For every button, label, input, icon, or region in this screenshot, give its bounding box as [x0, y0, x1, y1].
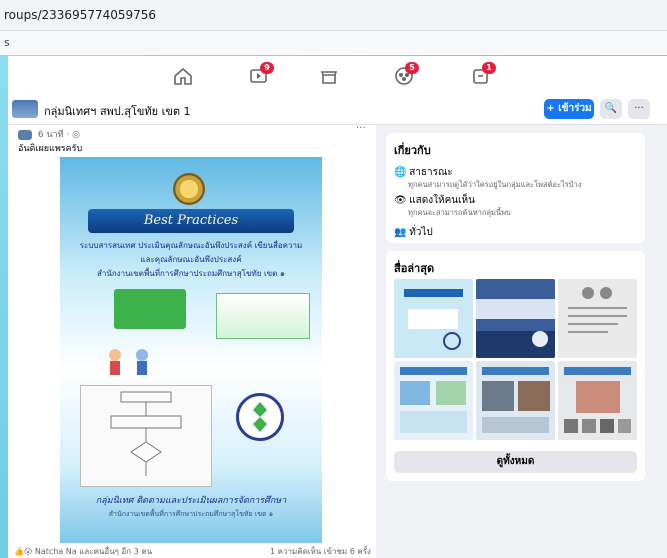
- about-visible-desc: ทุกคนจะสามารถค้นหากลุ่มนี้พบ: [408, 208, 511, 217]
- poster-footer-title: กลุ่มนิเทศ ติดตามและประเมินผลการจัดการศึ…: [95, 496, 287, 506]
- post-more-button[interactable]: ···: [356, 123, 366, 134]
- group-thumbnail[interactable]: [12, 100, 38, 118]
- groups-badge: 5: [405, 62, 419, 74]
- video-call-thumbnail: [476, 361, 555, 440]
- more-options-button[interactable]: ···: [628, 99, 650, 119]
- marketplace-icon: [320, 71, 338, 84]
- post-time[interactable]: 6 นาที · ◎: [38, 130, 80, 140]
- people-icon: 👥: [394, 227, 407, 238]
- group-header: กลุ่มนิเทศฯ สพป.สุโขทัย เขต 1 + เข้าร่วม…: [8, 96, 667, 125]
- address-bar[interactable]: roups/233695774059756: [0, 0, 667, 31]
- watch-badge: 9: [260, 62, 274, 74]
- nav-marketplace[interactable]: [318, 66, 340, 86]
- url-text: roups/233695774059756: [4, 8, 157, 22]
- flowchart-diagram: [80, 385, 212, 487]
- join-group-button[interactable]: + เข้าร่วม: [544, 99, 594, 119]
- document-photo: [558, 279, 637, 358]
- media-thumb[interactable]: [558, 279, 637, 358]
- see-all-button[interactable]: ดูทั้งหมด: [394, 451, 637, 473]
- nav-groups[interactable]: 5: [393, 62, 419, 86]
- post-stats[interactable]: 1 ความคิดเห็น เข้าชม 6 ครั้ง: [270, 545, 371, 558]
- about-general: 👥 ทั่วไป: [394, 225, 433, 240]
- recent-media-card: สื่อล่าสุด ดูทั้งหมด: [386, 251, 645, 481]
- cartoon-figures-icon: [109, 349, 148, 375]
- top-navigation: 9 5 1: [8, 56, 667, 97]
- about-title: เกี่ยวกับ: [394, 144, 431, 157]
- media-thumb[interactable]: [476, 279, 555, 358]
- poster-line-2: และคุณลักษณะอันพึงประสงค์: [140, 255, 242, 264]
- about-public: 🌐 สาธารณะ: [394, 165, 453, 180]
- poster-screenshot-login: [114, 289, 186, 329]
- meeting-thumbnail: [558, 361, 637, 440]
- building-photo: [476, 279, 555, 358]
- poster-line-3: สำนักงานเขตพื้นที่การศึกษาประถมศึกษาสุโข…: [97, 269, 285, 278]
- about-visible: 👁 แสดงให้คนเห็น: [394, 193, 475, 208]
- bookmarks-text: s: [4, 36, 10, 49]
- globe-icon: 🌐: [394, 167, 407, 178]
- media-thumb[interactable]: [394, 361, 473, 440]
- poster-line-1: ระบบสารสนเทศ ประเมินคุณลักษณะอันพึงประสง…: [79, 241, 303, 250]
- about-general-label: ทั่วไป: [409, 227, 433, 238]
- poster-title: Best Practices: [88, 209, 294, 233]
- media-thumb[interactable]: [558, 361, 637, 440]
- about-public-label: สาธารณะ: [409, 167, 453, 178]
- poster-footer-subtitle: สำนักงานเขตพื้นที่การศึกษาประถมศึกษาสุโข…: [108, 510, 274, 518]
- author-avatar[interactable]: [18, 129, 32, 140]
- media-thumb[interactable]: [394, 279, 473, 358]
- eye-icon: 👁: [394, 195, 407, 206]
- bookmarks-bar: s: [0, 31, 667, 55]
- reaction-icons: 👍😮: [14, 547, 35, 556]
- post-image[interactable]: Best Practices ระบบสารสนเทศ ประเมินคุณลั…: [60, 157, 322, 543]
- about-public-desc: ทุกคนสามารถดูได้ว่าใครอยู่ในกลุ่มและโพสต…: [408, 180, 582, 189]
- search-icon[interactable]: 🔍: [600, 99, 622, 119]
- post-meta: 6 นาที · ◎: [18, 127, 80, 141]
- reaction-summary[interactable]: 👍😮 Natcha Na และคนอื่นๆ อีก 3 คน: [14, 545, 152, 558]
- home-icon: [174, 67, 192, 85]
- poster-thumbnail: [394, 279, 473, 358]
- reaction-names: Natcha Na และคนอื่นๆ อีก 3 คน: [34, 547, 153, 556]
- infographic-thumbnail: [394, 361, 473, 440]
- media-title: สื่อล่าสุด: [394, 262, 435, 275]
- media-thumb[interactable]: [476, 361, 555, 440]
- nav-gaming[interactable]: 1: [470, 62, 496, 86]
- feed-post: 6 นาที · ◎ ··· อันดิเผยแพรครับ Best Prac…: [8, 123, 376, 558]
- about-card: เกี่ยวกับ 🌐 สาธารณะ ทุกคนสามารถดูได้ว่าใ…: [386, 133, 645, 243]
- nav-home[interactable]: [172, 66, 194, 86]
- main-content: 6 นาที · ◎ ··· อันดิเผยแพรครับ Best Prac…: [8, 123, 667, 558]
- about-visible-label: แสดงให้คนเห็น: [409, 195, 475, 206]
- post-text: อันดิเผยแพรครับ: [18, 144, 83, 154]
- organization-logo-icon: [236, 393, 284, 441]
- poster-screenshot-table: [216, 293, 310, 339]
- school-emblem-icon: [173, 173, 205, 205]
- nav-watch[interactable]: 9: [248, 62, 274, 86]
- gaming-badge: 1: [482, 62, 496, 74]
- group-name[interactable]: กลุ่มนิเทศฯ สพป.สุโขทัย เขต 1: [44, 102, 191, 120]
